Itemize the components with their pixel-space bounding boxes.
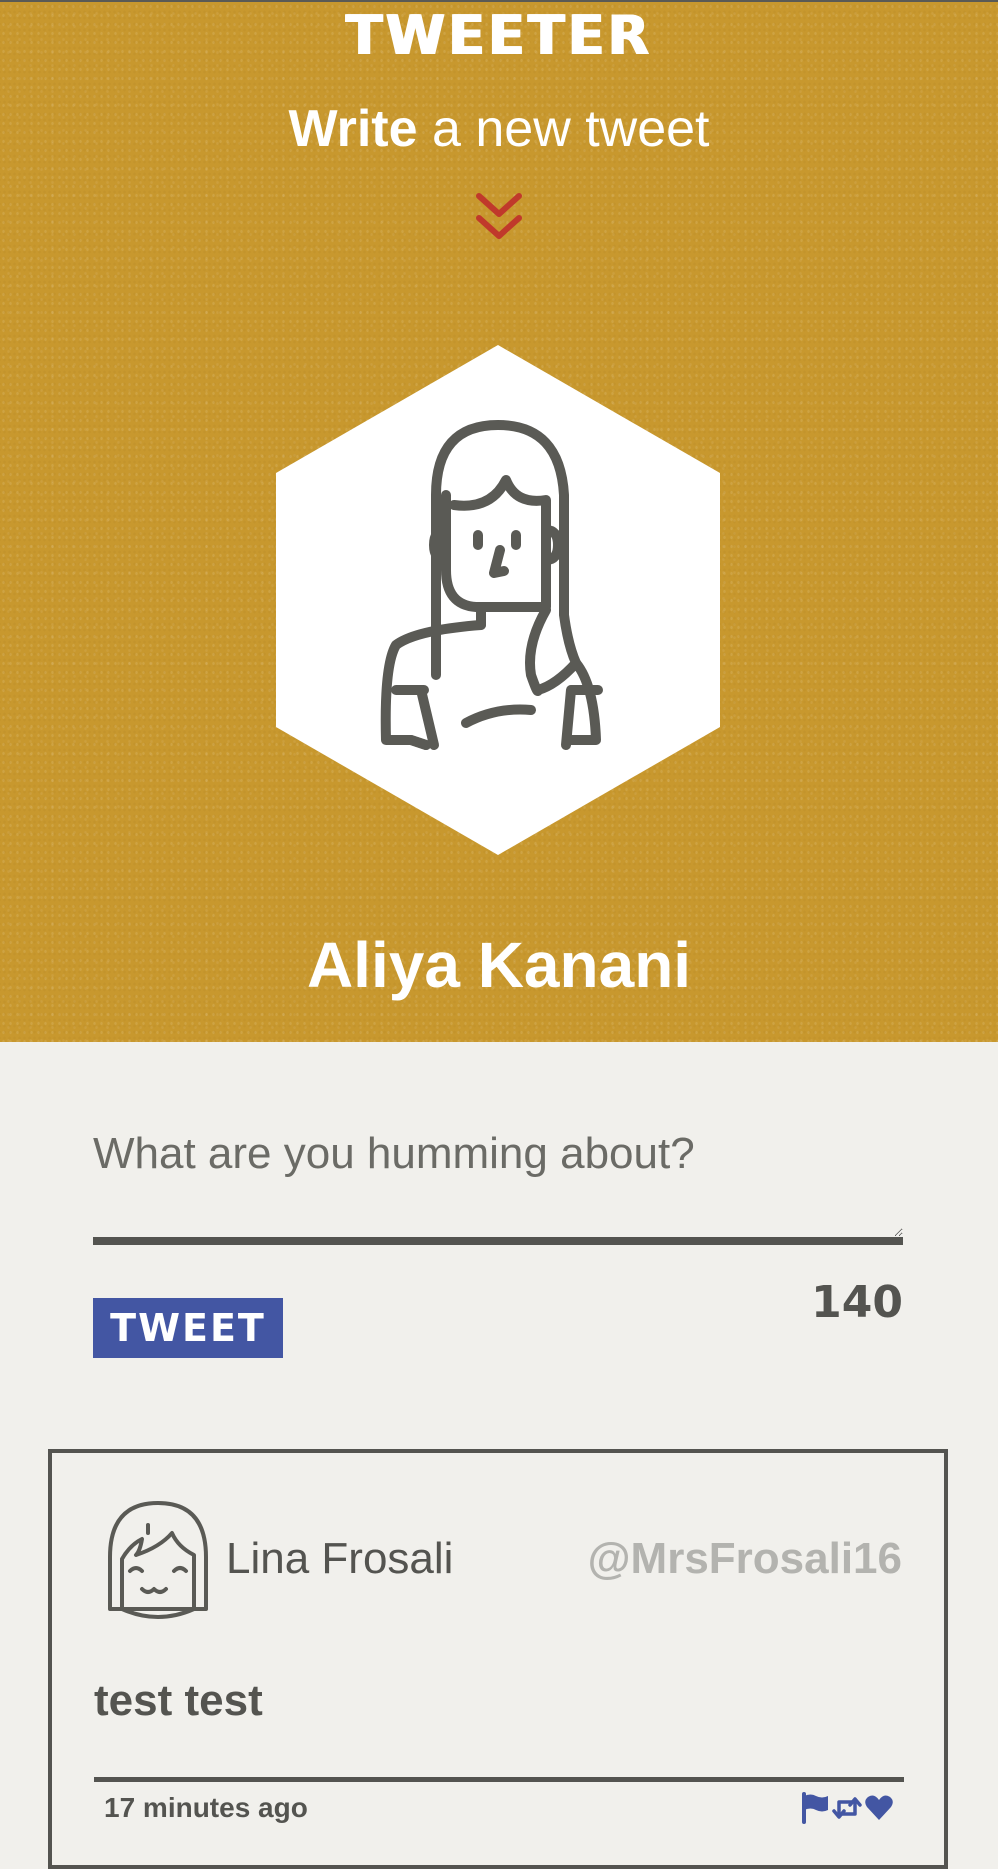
tweet-button[interactable]: TWEET	[93, 1298, 283, 1358]
flag-icon[interactable]	[800, 1792, 830, 1824]
tweet-actions	[800, 1790, 894, 1826]
profile-name: Aliya Kanani	[306, 929, 692, 1001]
retweet-icon[interactable]	[832, 1792, 862, 1824]
compose-toggle[interactable]: Write a new tweet	[0, 94, 998, 164]
tweet-timestamp: 17 minutes ago	[104, 1792, 308, 1823]
profile-header: TWEETER Write a new tweet Aliya Kanani	[0, 0, 998, 1042]
compose-toggle-bold: Write	[288, 100, 418, 158]
compose-toggle-rest: a new tweet	[417, 100, 710, 158]
double-chevron-down-icon[interactable]	[473, 190, 525, 244]
heart-icon[interactable]	[864, 1792, 894, 1824]
tweet-author-handle[interactable]: @MrsFrosali16	[588, 1531, 902, 1587]
app-logo: TWEETER	[345, 4, 653, 67]
woman-avatar-icon	[276, 345, 720, 855]
girl-avatar-icon	[108, 1501, 208, 1619]
compose-form: TWEET 140	[93, 1115, 903, 1358]
tweet-divider	[94, 1777, 904, 1782]
tweet-card: Lina Frosali @MrsFrosali16 test test 17 …	[48, 1449, 948, 1869]
tweet-body: test test	[94, 1676, 263, 1725]
tweet-text-input[interactable]	[93, 1115, 903, 1245]
character-counter: 140	[811, 1277, 903, 1328]
tweet-author-name: Lina Frosali	[226, 1534, 454, 1583]
